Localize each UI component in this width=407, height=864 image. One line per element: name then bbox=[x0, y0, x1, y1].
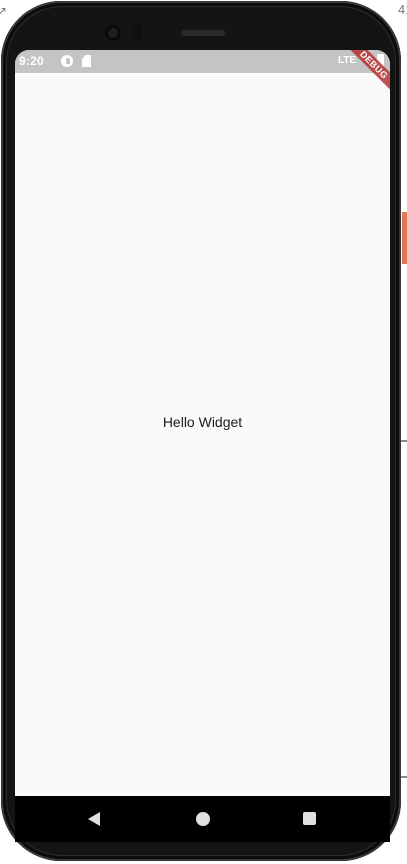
desktop-edge-line bbox=[401, 776, 407, 778]
desktop-edge-marker bbox=[402, 212, 407, 264]
status-time: 9:20 bbox=[19, 54, 44, 68]
desktop-edge-line bbox=[401, 440, 407, 442]
sd-card-icon bbox=[82, 55, 91, 67]
desktop-edge-text: 411 bbox=[398, 2, 407, 17]
status-bar: 9:20 LTE bbox=[15, 50, 390, 73]
back-icon[interactable] bbox=[88, 812, 100, 826]
proximity-sensor-icon bbox=[132, 24, 142, 42]
navigation-bar bbox=[15, 796, 390, 842]
app-notification-icon bbox=[61, 55, 73, 67]
network-type: LTE bbox=[338, 55, 357, 66]
earpiece-speaker bbox=[181, 30, 225, 36]
hello-widget-text: Hello Widget bbox=[162, 414, 243, 430]
emulator-stage: ↗ 411 9:20 LTE DEBUG Hello Widget bbox=[0, 0, 407, 864]
home-icon[interactable] bbox=[196, 812, 210, 826]
desktop-edge-arrow: ↗ bbox=[0, 4, 8, 18]
app-screen: 9:20 LTE DEBUG Hello Widget bbox=[15, 50, 390, 796]
front-camera-icon bbox=[105, 25, 121, 41]
recents-icon[interactable] bbox=[303, 812, 316, 825]
